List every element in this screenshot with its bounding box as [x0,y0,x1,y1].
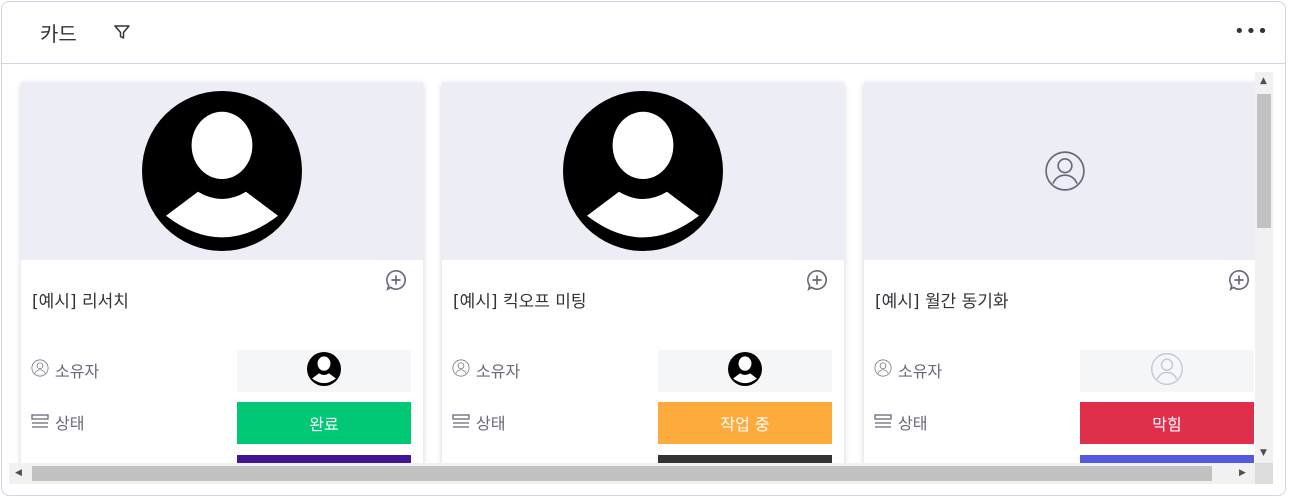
owner-row: 소유자 [452,350,832,392]
owner-row: 소유자 [874,350,1254,392]
next-column-value[interactable] [1080,455,1254,463]
card-title[interactable]: [예시] 리서치 [32,287,129,312]
next-column-value[interactable] [237,455,411,463]
card[interactable]: [예시] 월간 동기화 소유자 상태 막힘 [864,82,1255,463]
status-column-icon [31,414,49,428]
person-icon [31,359,49,381]
owner-label: 소유자 [898,362,943,381]
owner-value[interactable] [1080,350,1254,392]
status-row: 상태 작업 중 [452,402,832,444]
card-title[interactable]: [예시] 월간 동기화 [875,287,1009,312]
next-row [31,455,411,463]
cards-viewport: [예시] 리서치 소유자 상태 완료 [예시] 킥오프 미팅 소유자 상태 작업… [9,72,1255,463]
more-options-button[interactable]: ••• [1234,22,1268,42]
scroll-up-arrow-icon[interactable]: ▲ [1260,76,1267,86]
card-cover-image [864,82,1255,260]
card-title[interactable]: [예시] 킥오프 미팅 [453,287,587,312]
card-cover-image [442,82,844,260]
card-cover-image [21,82,423,260]
status-row: 상태 막힘 [874,402,1254,444]
add-update-icon[interactable] [385,269,407,291]
next-row [874,455,1254,463]
vertical-scrollbar[interactable]: ▲ ▼ [1255,72,1273,463]
owner-avatar-icon [728,352,762,390]
next-row [452,455,832,463]
owner-value[interactable] [237,350,411,392]
owner-value[interactable] [658,350,832,392]
status-value[interactable]: 완료 [237,402,411,444]
next-column-value[interactable] [658,455,832,463]
status-label: 상태 [476,414,506,433]
status-column-icon [452,414,470,428]
owner-label: 소유자 [476,362,521,381]
owner-label: 소유자 [55,362,100,381]
person-icon [874,359,892,381]
owner-avatar-icon [307,352,341,390]
status-column-icon [874,414,892,428]
scroll-right-arrow-icon[interactable]: ▶ [1239,468,1246,478]
scroll-left-arrow-icon[interactable]: ◀ [15,468,22,478]
filter-icon[interactable] [112,22,132,42]
scroll-down-arrow-icon[interactable]: ▼ [1260,448,1267,458]
person-icon [452,359,470,381]
add-update-icon[interactable] [1228,269,1250,291]
card[interactable]: [예시] 리서치 소유자 상태 완료 [21,82,423,463]
owner-row: 소유자 [31,350,411,392]
card[interactable]: [예시] 킥오프 미팅 소유자 상태 작업 중 [442,82,844,463]
add-update-icon[interactable] [806,269,828,291]
status-value[interactable]: 막힘 [1080,402,1254,444]
status-label: 상태 [898,414,928,433]
owner-avatar-icon [1150,352,1184,390]
widget-header: 카드 ••• [2,2,1285,64]
widget-title: 카드 [40,22,77,46]
vertical-scroll-thumb[interactable] [1257,94,1271,228]
status-value[interactable]: 작업 중 [658,402,832,444]
horizontal-scroll-thumb[interactable] [32,466,1212,481]
status-label: 상태 [55,414,85,433]
scrollbar-corner [1255,463,1273,484]
status-row: 상태 완료 [31,402,411,444]
horizontal-scrollbar[interactable]: ◀ ▶ [9,463,1255,484]
